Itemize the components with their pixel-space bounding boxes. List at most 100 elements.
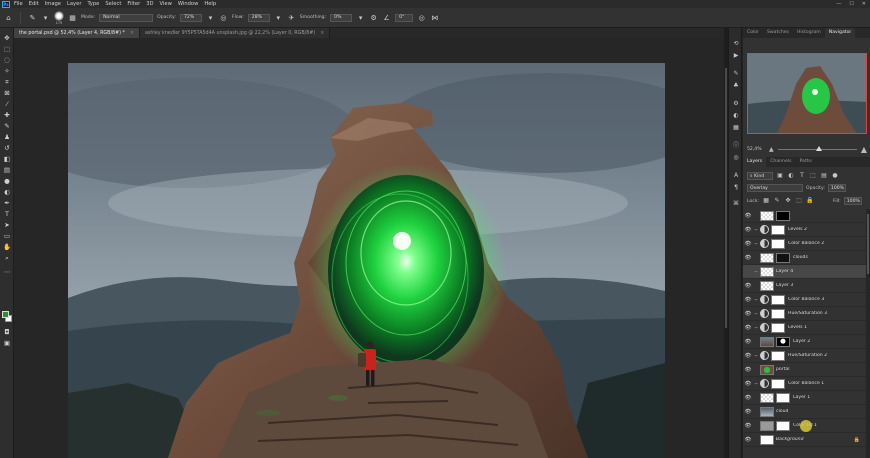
eye-icon[interactable]: 👁 [743,325,753,331]
eye-icon[interactable]: 👁 [743,367,753,373]
menu-window[interactable]: Window [178,1,198,7]
gear-icon[interactable]: ⚙ [369,13,378,22]
layer-row[interactable]: 👁 ⌐ Levels 2 [743,223,866,237]
zoom-in-icon[interactable]: ▲ [861,145,867,154]
actions-icon[interactable]: ▶ [732,52,740,60]
menu-help[interactable]: Help [204,1,216,7]
angle-input[interactable]: 0° [395,13,414,22]
rectangle-tool-icon[interactable]: ▭ [3,232,11,240]
blend-mode-select[interactable]: Overlay [747,184,803,192]
slider-knob[interactable] [815,145,822,151]
layer-row-selected[interactable]: ⌐ Layer 4 [743,265,866,279]
brush-tool-icon[interactable]: ✎ [3,122,11,130]
close-window-button[interactable]: ✕ [862,1,866,7]
maximize-button[interactable]: ☐ [849,1,853,7]
clone-stamp-tool-icon[interactable]: ♟ [3,133,11,141]
layer-row[interactable]: 👁 cloud [743,405,866,419]
layer-row[interactable]: 👁 [743,209,866,223]
navigator-preview[interactable] [747,53,867,134]
layer-row[interactable]: 👁 Layer 3 [743,279,866,293]
lock-position-icon[interactable]: ✥ [784,197,792,205]
history-icon[interactable]: ⟲ [732,40,740,48]
properties-icon[interactable]: ⚙ [732,100,740,108]
learn-icon[interactable]: ◎ [732,154,740,162]
menu-view[interactable]: View [160,1,172,7]
foreground-color-swatch[interactable] [2,311,9,318]
shape-filter-icon[interactable]: ⬚ [809,172,817,180]
frame-tool-icon[interactable]: ⊠ [3,89,11,97]
tab-ashley-knedler[interactable]: ashley knedler 9Y5P5TA5d4A unsplash.jpg … [139,28,331,38]
document-canvas[interactable] [68,63,665,458]
tab-channels[interactable]: Channels [766,157,795,167]
minimize-button[interactable]: — [836,1,841,7]
lasso-tool-icon[interactable]: ◌ [3,56,11,64]
brushes-icon[interactable]: ♣ [732,82,740,90]
menu-image[interactable]: Image [45,1,61,7]
lock-all-icon[interactable]: 🔒 [806,197,814,205]
healing-brush-tool-icon[interactable]: ✚ [3,111,11,119]
chevron-down-icon[interactable]: ▾ [41,13,50,22]
eye-icon[interactable]: 👁 [743,283,753,289]
chevron-down-icon[interactable]: ▾ [274,13,283,22]
filter-toggle-icon[interactable]: ● [831,172,839,180]
navigator-zoom-value[interactable]: 52,4% [747,147,765,152]
eyedropper-tool-icon[interactable]: ⁄ [3,100,11,108]
layer-row[interactable]: 👁 ⌐ Levels 1 [743,321,866,335]
brush-settings-icon[interactable]: ▦ [68,13,77,22]
pen-tool-icon[interactable]: ✒ [3,199,11,207]
lock-transparent-icon[interactable]: ▦ [762,197,770,205]
marquee-tool-icon[interactable]: ⬚ [3,45,11,53]
lock-pixels-icon[interactable]: ✎ [773,197,781,205]
layer-row[interactable]: 👁 portal [743,363,866,377]
layer-row[interactable]: 👁 ⌐ Hue/Saturation 3 [743,307,866,321]
tab-layers[interactable]: Layers [743,157,767,167]
lock-artboard-icon[interactable]: ⬚ [795,197,803,205]
type-tool-icon[interactable]: T [3,210,11,218]
eye-icon[interactable]: 👁 [743,241,753,247]
menu-type[interactable]: Type [87,1,99,7]
character-icon[interactable]: A [732,172,740,180]
glyphs-icon[interactable]: ⌘ [732,200,740,208]
pixel-filter-icon[interactable]: ▣ [776,172,784,180]
libraries-icon[interactable]: ▦ [732,124,740,132]
kind-filter-select[interactable]: ⌕ Kind [747,172,773,180]
eye-icon[interactable]: 👁 [743,353,753,359]
menu-select[interactable]: Select [105,1,121,7]
menu-edit[interactable]: Edit [29,1,39,7]
smart-object-filter-icon[interactable]: ▤ [820,172,828,180]
hand-tool-icon[interactable]: ✋ [3,243,11,251]
layer-fill-input[interactable]: 100% [843,197,862,205]
move-tool-icon[interactable]: ✥ [3,34,11,42]
eye-icon[interactable]: 👁 [743,227,753,233]
smoothing-input[interactable]: 0% [330,13,353,22]
crop-tool-icon[interactable]: ⌗ [3,78,11,86]
opacity-input[interactable]: 72% [179,13,202,22]
pressure-opacity-icon[interactable]: ◎ [219,13,228,22]
tab-histogram[interactable]: Histogram [793,28,825,38]
tab-the-portal[interactable]: the portal.psd @ 52,4% (Layer 4, RGB/8#)… [14,28,140,38]
symmetry-icon[interactable]: ⋈ [430,13,439,22]
eye-icon[interactable]: 👁 [743,311,753,317]
close-icon[interactable]: × [320,31,324,36]
menu-file[interactable]: File [14,1,23,7]
brush-preset-picker[interactable]: 175 [54,10,64,25]
eye-icon[interactable]: 👁 [743,409,753,415]
tab-swatches[interactable]: Swatches [763,28,793,38]
layer-opacity-input[interactable]: 100% [827,184,846,192]
tab-paths[interactable]: Paths [795,157,816,167]
menu-layer[interactable]: Layer [67,1,81,7]
close-icon[interactable]: × [130,31,134,36]
tab-color[interactable]: Color [743,28,763,38]
eraser-tool-icon[interactable]: ◧ [3,155,11,163]
eye-icon[interactable]: 👁 [743,381,753,387]
zoom-tool-icon[interactable]: ⌕ [3,254,11,262]
eye-icon[interactable]: 👁 [743,297,753,303]
quick-select-tool-icon[interactable]: ✧ [3,67,11,75]
layer-row[interactable]: 👁 ⌐ Color Balance 3 [743,293,866,307]
blur-tool-icon[interactable]: ● [3,177,11,185]
info-icon[interactable]: ⓘ [732,142,740,150]
brush-settings-icon[interactable]: ✎ [732,70,740,78]
type-filter-icon[interactable]: T [798,172,806,180]
layer-row[interactable]: 👁 clouds [743,251,866,265]
layer-row[interactable]: 👁 Layer 2 [743,335,866,349]
